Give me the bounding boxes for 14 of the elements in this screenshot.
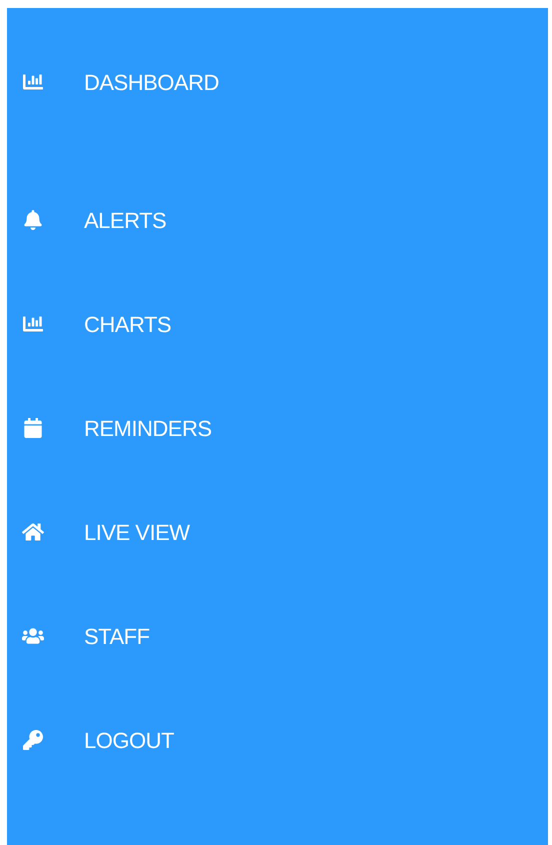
bell-icon <box>22 210 44 230</box>
chart-icon <box>22 314 44 334</box>
sidebar-item[interactable]: REMINDERS <box>7 376 548 480</box>
chart-icon <box>22 72 44 92</box>
sidebar-item[interactable]: LOGOUT <box>7 688 548 792</box>
key-icon <box>22 730 44 750</box>
sidebar-item[interactable]: CHARTS <box>7 272 548 376</box>
house-icon <box>22 522 44 542</box>
sidebar-item[interactable]: ALERTS <box>7 168 548 272</box>
sidebar-item[interactable]: DASHBOARD <box>7 30 548 134</box>
sidebar-item[interactable]: STAFF <box>7 584 548 688</box>
calendar-icon <box>22 418 44 438</box>
sidebar-item[interactable]: LIVE VIEW <box>7 480 548 584</box>
people-icon <box>22 626 44 646</box>
